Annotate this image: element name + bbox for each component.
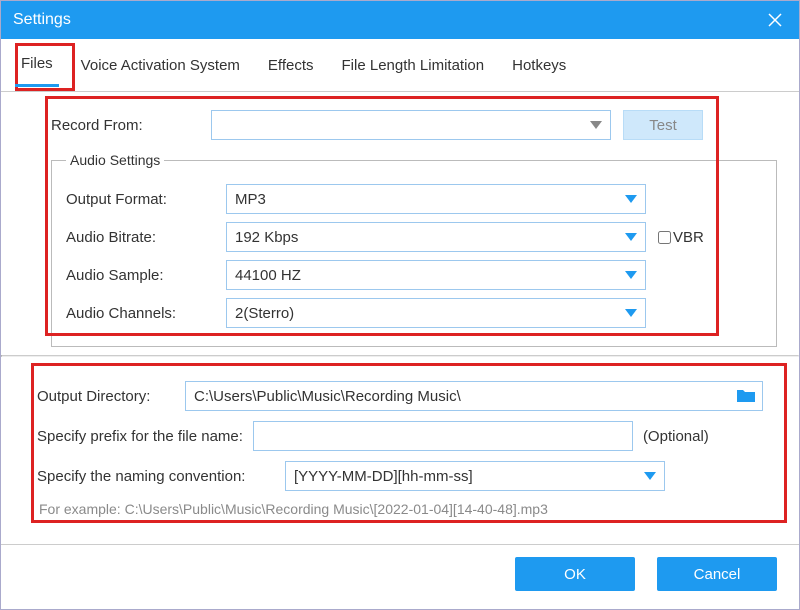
- sample-dropdown[interactable]: 44100 HZ: [226, 260, 646, 290]
- record-from-label: Record From:: [51, 117, 211, 134]
- window-title: Settings: [13, 11, 763, 29]
- bitrate-dropdown[interactable]: 192 Kbps: [226, 222, 646, 252]
- optional-text: (Optional): [643, 428, 709, 445]
- cancel-button[interactable]: Cancel: [657, 557, 777, 591]
- naming-value: [YYYY-MM-DD][hh-mm-ss]: [294, 468, 473, 485]
- naming-label: Specify the naming convention:: [37, 468, 281, 485]
- example-text: For example: C:\Users\Public\Music\Recor…: [39, 501, 761, 517]
- channels-value: 2(Sterro): [235, 305, 294, 322]
- vbr-label: VBR: [673, 229, 704, 246]
- audio-settings-legend: Audio Settings: [66, 152, 164, 168]
- test-button[interactable]: Test: [623, 110, 703, 140]
- tab-voice-activation[interactable]: Voice Activation System: [75, 53, 246, 86]
- record-from-dropdown[interactable]: [211, 110, 611, 140]
- bitrate-label: Audio Bitrate:: [66, 229, 226, 246]
- chevron-down-icon: [625, 233, 637, 241]
- settings-window: Settings Files Voice Activation System E…: [0, 0, 800, 610]
- dialog-footer: OK Cancel: [1, 544, 799, 609]
- tab-file-length[interactable]: File Length Limitation: [336, 53, 491, 86]
- output-dir-value: C:\Users\Public\Music\Recording Music\: [194, 388, 461, 405]
- audio-settings-group: Audio Settings Output Format: MP3 Audio …: [51, 152, 777, 347]
- prefix-label: Specify prefix for the file name:: [37, 428, 243, 445]
- sample-value: 44100 HZ: [235, 267, 301, 284]
- bitrate-value: 192 Kbps: [235, 229, 298, 246]
- titlebar: Settings: [1, 1, 799, 39]
- chevron-down-icon: [625, 309, 637, 317]
- channels-label: Audio Channels:: [66, 305, 226, 322]
- output-dir-label: Output Directory:: [37, 388, 177, 405]
- close-button[interactable]: [763, 8, 787, 32]
- close-icon: [768, 13, 782, 27]
- output-format-dropdown[interactable]: MP3: [226, 184, 646, 214]
- output-format-label: Output Format:: [66, 191, 226, 208]
- chevron-down-icon: [625, 271, 637, 279]
- tab-hotkeys[interactable]: Hotkeys: [506, 53, 572, 86]
- naming-dropdown[interactable]: [YYYY-MM-DD][hh-mm-ss]: [285, 461, 665, 491]
- output-dir-field[interactable]: C:\Users\Public\Music\Recording Music\: [185, 381, 763, 411]
- tab-effects[interactable]: Effects: [262, 53, 320, 86]
- output-format-value: MP3: [235, 191, 266, 208]
- files-pane-bottom: Output Directory: C:\Users\Public\Music\…: [1, 357, 799, 531]
- chevron-down-icon: [644, 472, 656, 480]
- files-pane-top: Record From: Test Audio Settings Output …: [1, 92, 799, 355]
- channels-dropdown[interactable]: 2(Sterro): [226, 298, 646, 328]
- ok-button[interactable]: OK: [515, 557, 635, 591]
- prefix-input[interactable]: [253, 421, 633, 451]
- folder-icon: [736, 388, 756, 404]
- vbr-checkbox-wrap[interactable]: VBR: [654, 228, 704, 247]
- vbr-checkbox[interactable]: [658, 231, 671, 244]
- dropdown-arrow-icon: [590, 121, 602, 129]
- browse-folder-button[interactable]: [736, 388, 756, 404]
- tab-files[interactable]: Files: [15, 51, 59, 87]
- sample-label: Audio Sample:: [66, 267, 226, 284]
- tab-bar: Files Voice Activation System Effects Fi…: [1, 39, 799, 92]
- chevron-down-icon: [625, 195, 637, 203]
